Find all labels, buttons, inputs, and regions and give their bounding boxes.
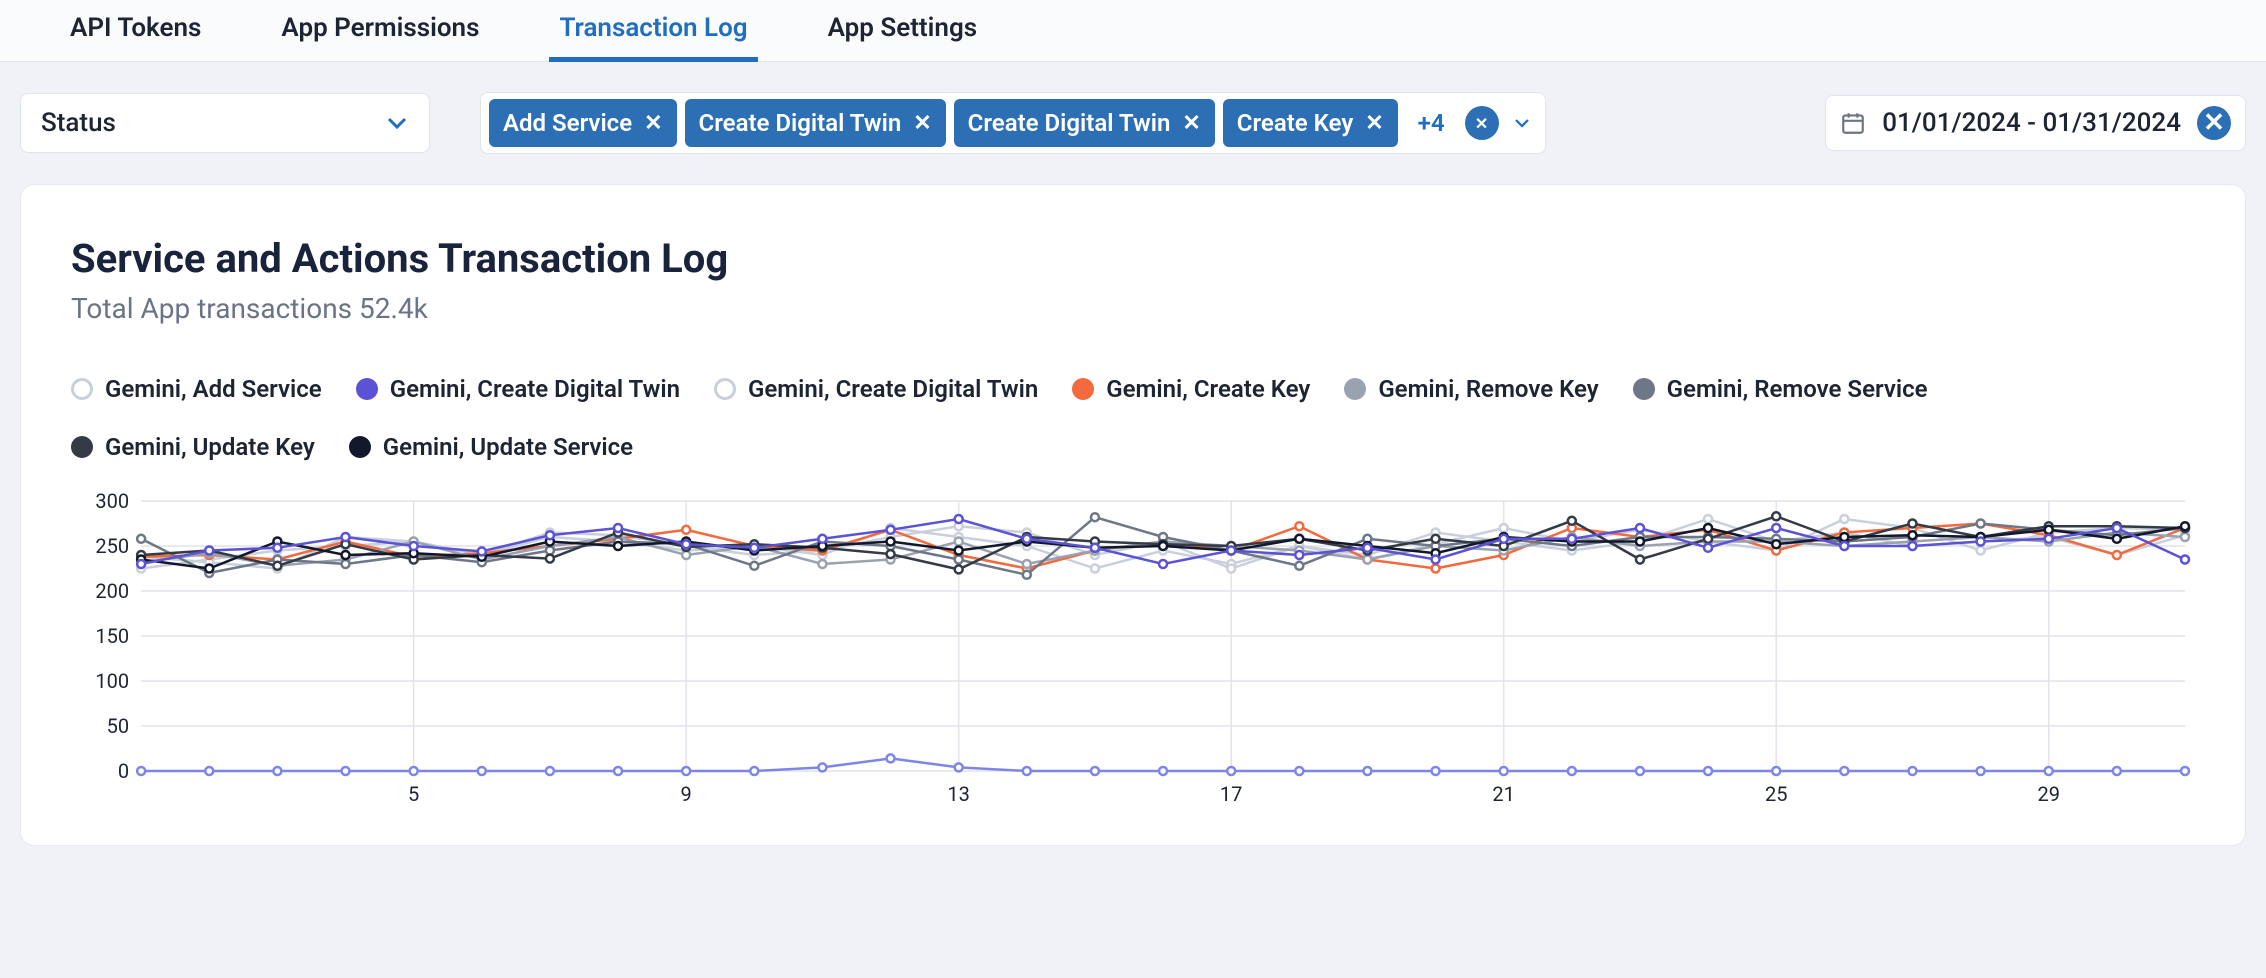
- legend-dot-icon: [714, 378, 736, 400]
- legend-dot-icon: [1344, 378, 1366, 400]
- legend-item-label: Gemini, Add Service: [105, 375, 322, 403]
- legend-item[interactable]: Gemini, Update Service: [349, 433, 633, 461]
- chip-label: Create Digital Twin: [699, 109, 902, 137]
- svg-text:300: 300: [95, 491, 129, 513]
- line-chart: 0 50 100 150 200 250 300 5 9 13 17 21 25 29: [71, 491, 2195, 811]
- close-icon[interactable]: ✕: [1182, 111, 1200, 136]
- svg-text:9: 9: [681, 782, 692, 806]
- close-icon[interactable]: ✕: [913, 111, 931, 136]
- status-dropdown[interactable]: Status: [20, 93, 430, 153]
- legend-item-label: Gemini, Create Digital Twin: [748, 375, 1038, 403]
- legend-dot-icon: [71, 378, 93, 400]
- svg-text:25: 25: [1765, 782, 1788, 806]
- chip-add-service[interactable]: Add Service ✕: [489, 99, 677, 147]
- legend-item[interactable]: Gemini, Add Service: [71, 375, 322, 403]
- svg-text:17: 17: [1220, 782, 1243, 806]
- chart-legend: Gemini, Add Service Gemini, Create Digita…: [71, 375, 2195, 461]
- legend-item-label: Gemini, Update Service: [383, 433, 633, 461]
- chip-label: Create Digital Twin: [968, 109, 1171, 137]
- calendar-icon: [1840, 110, 1866, 136]
- legend-dot-icon: [71, 436, 93, 458]
- date-range-clear[interactable]: ✕: [2197, 106, 2231, 140]
- chip-create-key[interactable]: Create Key ✕: [1223, 99, 1398, 147]
- svg-text:250: 250: [95, 534, 129, 558]
- svg-text:0: 0: [118, 759, 129, 783]
- tab-bar: API Tokens App Permissions Transaction L…: [0, 0, 2266, 62]
- legend-item[interactable]: Gemini, Create Digital Twin: [356, 375, 680, 403]
- legend-dot-icon: [1072, 378, 1094, 400]
- legend-item-label: Gemini, Create Digital Twin: [390, 375, 680, 403]
- date-range-label: 01/01/2024 - 01/31/2024: [1882, 108, 2181, 138]
- chart-container: 0 50 100 150 200 250 300 5 9 13 17 21 25 29: [71, 491, 2195, 815]
- svg-text:150: 150: [95, 624, 129, 648]
- tab-app-permissions[interactable]: App Permissions: [271, 0, 489, 62]
- svg-text:29: 29: [2037, 782, 2060, 806]
- transaction-log-card: Service and Actions Transaction Log Tota…: [20, 184, 2246, 846]
- chip-more-count[interactable]: +4: [1406, 109, 1457, 137]
- page-title: Service and Actions Transaction Log: [71, 235, 2195, 282]
- legend-item-label: Gemini, Remove Key: [1378, 375, 1598, 403]
- chip-create-digital-twin-1[interactable]: Create Digital Twin ✕: [685, 99, 946, 147]
- legend-dot-icon: [356, 378, 378, 400]
- legend-item[interactable]: Gemini, Remove Key: [1344, 375, 1598, 403]
- chip-label: Create Key: [1237, 109, 1353, 137]
- legend-dot-icon: [1633, 378, 1655, 400]
- close-icon[interactable]: ✕: [644, 111, 662, 136]
- chip-clear-all[interactable]: ✕: [1465, 106, 1499, 140]
- chip-create-digital-twin-2[interactable]: Create Digital Twin ✕: [954, 99, 1215, 147]
- action-filter-chipbar: Add Service ✕ Create Digital Twin ✕ Crea…: [480, 92, 1546, 154]
- filter-row: Status Add Service ✕ Create Digital Twin…: [0, 62, 2266, 184]
- svg-text:5: 5: [408, 782, 419, 806]
- legend-item[interactable]: Gemini, Create Key: [1072, 375, 1310, 403]
- tab-app-settings[interactable]: App Settings: [818, 0, 988, 62]
- legend-dot-icon: [349, 436, 371, 458]
- legend-item[interactable]: Gemini, Update Key: [71, 433, 315, 461]
- legend-item[interactable]: Gemini, Remove Service: [1633, 375, 1928, 403]
- legend-item[interactable]: Gemini, Create Digital Twin: [714, 375, 1038, 403]
- chip-expand[interactable]: [1507, 111, 1537, 135]
- status-dropdown-label: Status: [41, 108, 116, 138]
- svg-text:13: 13: [947, 782, 970, 806]
- total-transactions-subtitle: Total App transactions 52.4k: [71, 292, 2195, 325]
- tab-transaction-log[interactable]: Transaction Log: [549, 0, 757, 62]
- svg-text:200: 200: [95, 579, 129, 603]
- tab-api-tokens[interactable]: API Tokens: [60, 0, 211, 62]
- svg-text:100: 100: [95, 669, 129, 693]
- legend-item-label: Gemini, Remove Service: [1667, 375, 1928, 403]
- close-icon[interactable]: ✕: [1365, 111, 1383, 136]
- date-range-picker[interactable]: 01/01/2024 - 01/31/2024 ✕: [1825, 95, 2246, 151]
- chevron-down-icon: [385, 111, 409, 135]
- svg-text:50: 50: [107, 714, 130, 738]
- legend-item-label: Gemini, Create Key: [1106, 375, 1310, 403]
- legend-item-label: Gemini, Update Key: [105, 433, 315, 461]
- chevron-down-icon: [1513, 111, 1531, 135]
- svg-text:21: 21: [1492, 782, 1515, 806]
- chip-label: Add Service: [503, 109, 632, 137]
